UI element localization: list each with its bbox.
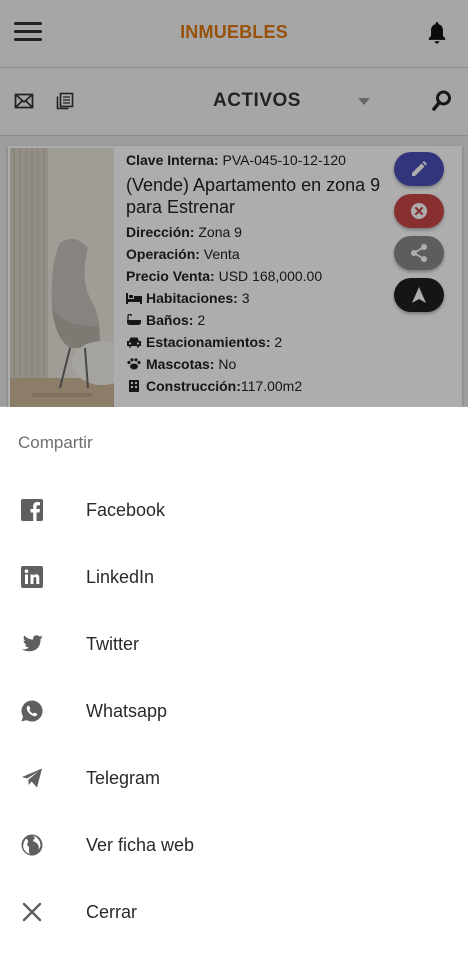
facebook-icon — [21, 499, 43, 521]
share-whatsapp-option[interactable]: Whatsapp — [0, 683, 468, 739]
twitter-icon — [22, 635, 43, 652]
option-label: Facebook — [86, 500, 166, 520]
option-label: Ver ficha web — [86, 835, 195, 855]
close-icon — [22, 902, 42, 922]
whatsapp-icon — [21, 700, 43, 722]
share-facebook-option[interactable]: Facebook — [0, 482, 468, 538]
view-web-option[interactable]: Ver ficha web — [0, 817, 468, 873]
share-bottom-sheet: Compartir Facebook LinkedIn Twitter What… — [0, 407, 468, 954]
globe-icon — [21, 834, 43, 856]
option-label: Cerrar — [86, 902, 138, 922]
option-label: Twitter — [86, 634, 140, 654]
sheet-title: Compartir — [18, 433, 93, 452]
option-label: LinkedIn — [86, 567, 155, 587]
share-linkedin-option[interactable]: LinkedIn — [0, 549, 468, 605]
linkedin-icon — [21, 566, 43, 588]
share-twitter-option[interactable]: Twitter — [0, 616, 468, 672]
option-label: Whatsapp — [86, 701, 168, 721]
option-label: Telegram — [86, 768, 161, 788]
share-telegram-option[interactable]: Telegram — [0, 750, 468, 806]
modal-backdrop[interactable] — [0, 0, 468, 407]
telegram-icon — [22, 768, 42, 788]
close-option[interactable]: Cerrar — [0, 884, 468, 940]
